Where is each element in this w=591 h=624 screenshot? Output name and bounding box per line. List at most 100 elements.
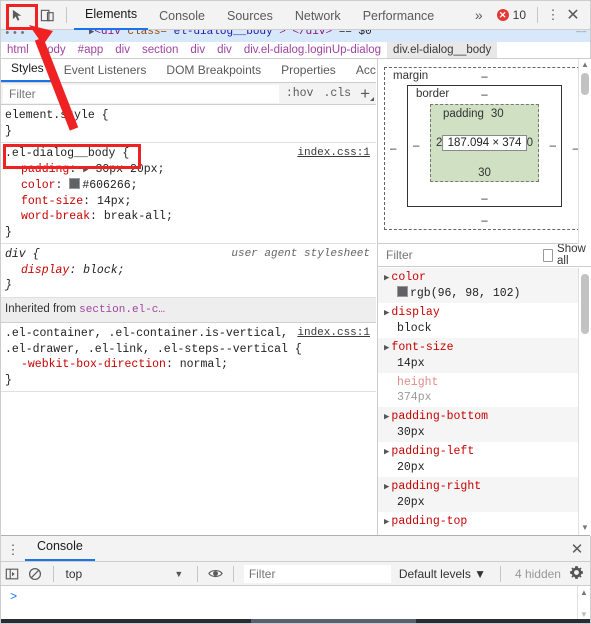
declaration-name[interactable]: word-break — [21, 210, 90, 223]
border-bottom-value[interactable]: – — [481, 193, 487, 205]
bottom-scrollbar[interactable] — [1, 619, 590, 623]
declaration-word-break[interactable]: word-break: break-all; — [5, 209, 376, 225]
declaration-name[interactable]: -webkit-box-direction — [21, 358, 166, 371]
expand-arrow-icon[interactable]: ▶ — [384, 308, 389, 318]
styles-scrollbar[interactable] — [364, 105, 376, 536]
declaration-value[interactable]: #606266; — [82, 179, 137, 192]
computed-property-name[interactable]: padding-top — [391, 515, 467, 528]
computed-filter-input[interactable] — [384, 247, 543, 263]
live-expression-icon[interactable] — [204, 563, 227, 585]
computed-row-font-size[interactable]: ▶ font-size 14px — [378, 338, 591, 373]
expand-arrow-icon[interactable]: ▶ — [83, 165, 88, 175]
tab-elements[interactable]: Elements — [74, 0, 149, 30]
show-all-toggle[interactable]: Show all — [543, 243, 589, 267]
scroll-up-arrow-icon[interactable]: ▲ — [579, 59, 591, 71]
console-context-selector[interactable]: top ▼ — [60, 567, 192, 581]
console-filter-input[interactable] — [243, 564, 391, 583]
tab-properties[interactable]: Properties — [271, 59, 346, 82]
computed-row-padding-top[interactable]: ▶ padding-top — [378, 512, 591, 532]
computed-row-padding-left[interactable]: ▶ padding-left 20px — [378, 442, 591, 477]
dom-ellipsis[interactable]: ••• — [1, 30, 27, 40]
tab-sources[interactable]: Sources — [216, 2, 284, 30]
expand-arrow-icon[interactable]: ▶ — [384, 517, 389, 527]
tab-dom-breakpoints[interactable]: DOM Breakpoints — [156, 59, 271, 82]
margin-left-value[interactable]: – — [390, 143, 396, 155]
declaration-webkit-box-direction[interactable]: -webkit-box-direction: normal; — [5, 357, 376, 373]
breadcrumb-item-div-1[interactable]: div — [109, 42, 136, 58]
rule-inherited-el-container[interactable]: index.css:1 .el-container, .el-container… — [1, 323, 376, 392]
computed-row-color[interactable]: ▶ color rgb(96, 98, 102) — [378, 268, 591, 303]
expand-arrow-icon[interactable]: ▶ — [384, 412, 389, 422]
computed-row-padding-right[interactable]: ▶ padding-right 20px — [378, 477, 591, 512]
computed-property-name[interactable]: padding-right — [391, 480, 481, 493]
drawer-menu-icon[interactable]: ⋮ — [1, 539, 25, 561]
margin-top-value[interactable]: – — [481, 71, 487, 83]
declaration-padding[interactable]: padding: ▶ 30px 20px; — [5, 162, 376, 179]
declaration-value[interactable]: 14px; — [97, 195, 132, 208]
box-model-content-size[interactable]: 187.094 × 374 — [441, 135, 528, 151]
close-devtools-icon[interactable]: ✕ — [562, 5, 584, 25]
scroll-up-arrow-icon[interactable]: ▲ — [578, 587, 590, 599]
declaration-value[interactable]: block; — [83, 264, 124, 277]
close-drawer-icon[interactable]: ✕ — [564, 539, 590, 561]
new-style-rule-button[interactable]: + — [356, 85, 376, 102]
breadcrumb-item-dialog[interactable]: div.el-dialog.loginUp-dialog — [238, 42, 387, 58]
dom-selected-node[interactable]: ▶<div class="el-dialog__body"> </div> ==… — [89, 30, 372, 38]
color-swatch[interactable] — [69, 178, 81, 189]
box-model-padding[interactable]: padding 30 20 30 20 187.094 × 374 — [430, 104, 539, 182]
expand-arrow-icon[interactable]: ▶ — [384, 273, 389, 283]
declaration-font-size[interactable]: font-size: 14px; — [5, 194, 376, 210]
border-right-value[interactable]: – — [550, 140, 556, 152]
breadcrumb-item-div-2[interactable]: div — [184, 42, 211, 58]
rule-selector-line-2[interactable]: .el-drawer, .el-link, .el-steps--vertica… — [5, 342, 376, 358]
computed-row-padding-bottom[interactable]: ▶ padding-bottom 30px — [378, 407, 591, 442]
color-swatch[interactable] — [397, 286, 408, 297]
breadcrumb-item-app[interactable]: #app — [72, 42, 110, 58]
tab-network[interactable]: Network — [284, 2, 352, 30]
error-badge[interactable]: ✕ 10 — [492, 8, 531, 22]
computed-property-name[interactable]: padding-left — [391, 445, 474, 458]
declaration-value[interactable]: normal; — [180, 358, 228, 371]
rule-el-dialog-body[interactable]: index.css:1 .el-dialog__body { padding: … — [1, 143, 376, 244]
computed-row-height[interactable]: height 374px — [378, 373, 591, 407]
bottom-scrollbar-thumb[interactable] — [251, 619, 416, 623]
clear-console-icon[interactable] — [24, 563, 47, 585]
breadcrumb-item-div-3[interactable]: div — [211, 42, 238, 58]
declaration-display[interactable]: display: block; — [5, 263, 376, 279]
expand-arrow-icon[interactable]: ▶ — [384, 343, 389, 353]
border-top-value[interactable]: – — [481, 89, 487, 101]
styles-filter-input[interactable] — [3, 84, 279, 103]
declaration-name[interactable]: padding — [21, 163, 69, 176]
rule-element-style[interactable]: element.style { } — [1, 105, 376, 143]
padding-bottom-value[interactable]: 30 — [478, 167, 491, 179]
computed-row-display[interactable]: ▶ display block — [378, 303, 591, 338]
rule-source-link[interactable]: index.css:1 — [297, 146, 370, 162]
inherited-selector[interactable]: section.el-c… — [79, 304, 165, 316]
log-levels-dropdown[interactable]: Default levels ▼ — [391, 567, 494, 581]
device-toolbar-icon[interactable] — [35, 4, 59, 26]
declaration-color[interactable]: color: #606266; — [5, 178, 376, 194]
computed-scrollbar[interactable]: ▼ — [578, 268, 591, 536]
breadcrumb-item-body[interactable]: body — [35, 42, 72, 58]
settings-gear-icon[interactable] — [569, 565, 590, 583]
rule-source-link[interactable]: index.css:1 — [297, 326, 370, 342]
box-model-margin[interactable]: margin – – – – border – – – – padding 30… — [384, 67, 585, 230]
computed-property-name[interactable]: font-size — [391, 341, 453, 354]
scrollbar-thumb[interactable] — [581, 274, 589, 334]
customize-menu-icon[interactable]: ⋮ — [544, 8, 562, 21]
tab-styles[interactable]: Styles — [1, 59, 54, 82]
margin-bottom-value[interactable]: – — [481, 215, 487, 227]
declaration-name[interactable]: color — [21, 179, 56, 192]
scroll-down-arrow-icon[interactable]: ▼ — [579, 522, 591, 534]
computed-property-name[interactable]: color — [391, 271, 426, 284]
console-prompt[interactable]: > ▲ ▼ — [1, 586, 590, 623]
toggle-cls-button[interactable]: .cls — [318, 87, 356, 100]
breadcrumb-item-html[interactable]: html — [1, 42, 35, 58]
box-model-border[interactable]: border – – – – padding 30 20 30 20 187.0… — [407, 85, 562, 207]
tab-event-listeners[interactable]: Event Listeners — [54, 59, 157, 82]
breadcrumb-item-section[interactable]: section — [136, 42, 184, 58]
border-left-value[interactable]: – — [413, 140, 419, 152]
expand-arrow-icon[interactable]: ▶ — [384, 447, 389, 457]
scrollbar-thumb[interactable] — [581, 73, 589, 95]
breadcrumb-item-dialog-body[interactable]: div.el-dialog__body — [387, 42, 498, 58]
